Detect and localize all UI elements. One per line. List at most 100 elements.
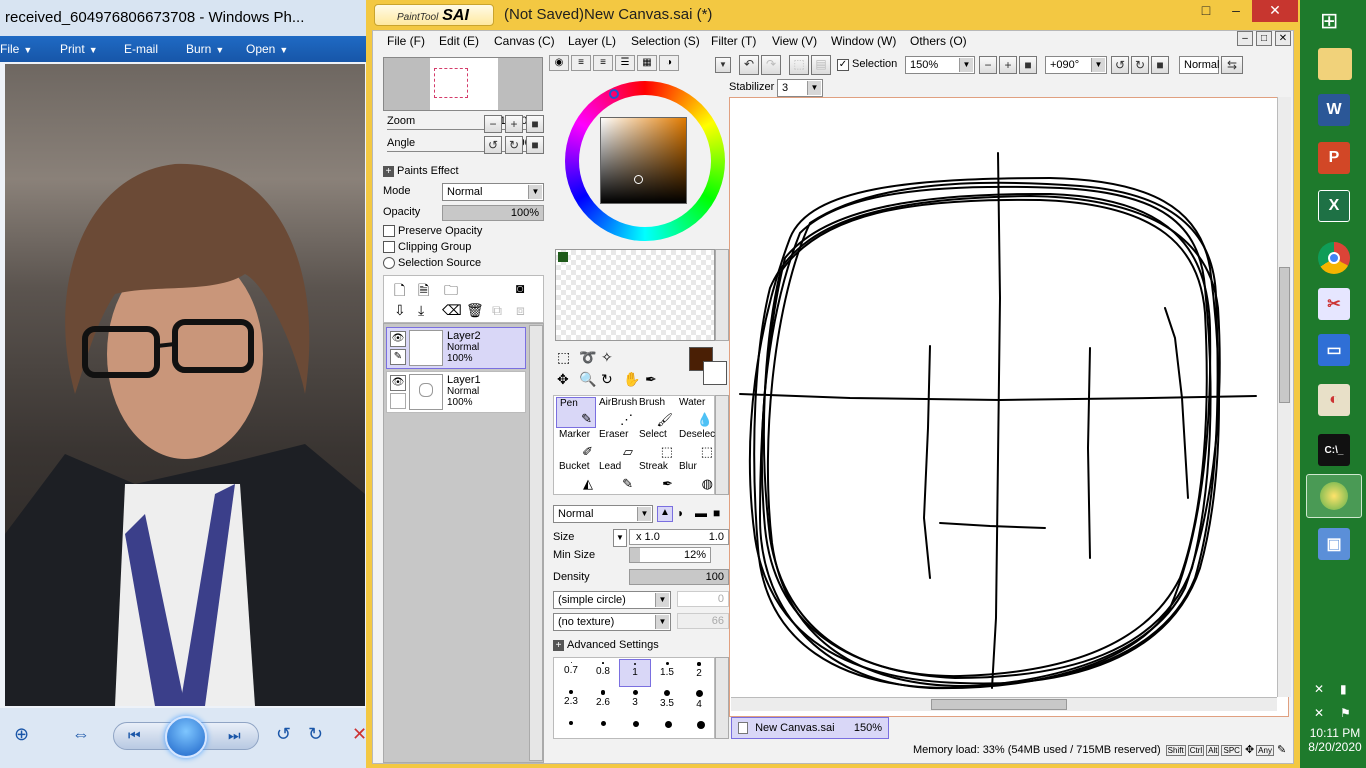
rotate-left-button[interactable]: ↺	[1111, 56, 1129, 74]
brush-preset[interactable]: 2.3	[555, 687, 587, 715]
tool-bucket[interactable]: Bucket ◭	[556, 461, 596, 492]
sai-icon[interactable]	[1306, 474, 1362, 518]
layer-item[interactable]: 👁 ✎ Layer2 Normal 100%	[386, 327, 526, 369]
saturation-value-square[interactable]	[600, 117, 687, 204]
flip-horizontal-icon[interactable]: ⇆	[1221, 56, 1243, 74]
toolbar-menu-icon[interactable]: ▼	[715, 57, 731, 73]
menu-edit[interactable]: Edit (E)	[439, 31, 479, 51]
paints-effect-header[interactable]: + Paints Effect	[383, 165, 459, 177]
tool-grid-scrollbar[interactable]	[715, 395, 729, 495]
rotate-reset-button[interactable]: ■	[526, 136, 544, 154]
document-tab[interactable]: New Canvas.sai 150%	[731, 717, 889, 739]
tip-sharp-icon[interactable]: ▲	[657, 506, 673, 522]
photo-viewer-icon[interactable]: ▣	[1318, 528, 1350, 560]
rotate-right-icon[interactable]: ↻	[308, 724, 323, 745]
palette-icon[interactable]: ◐	[1318, 384, 1350, 416]
eyedropper-icon[interactable]: ✒	[645, 371, 657, 388]
sv-marker[interactable]	[634, 175, 643, 184]
tool-marker[interactable]: Marker ✐	[556, 429, 596, 460]
delete-layer-icon[interactable]: 🗑	[466, 302, 484, 319]
canvas-vertical-scrollbar[interactable]	[1277, 97, 1291, 697]
display-icon[interactable]: ▭	[1318, 334, 1350, 366]
scratchpad-tab-icon[interactable]: ◑	[659, 55, 679, 71]
tool-lead[interactable]: Lead ✎	[596, 461, 636, 492]
edit-lock-pen-icon[interactable]: ✎	[390, 349, 406, 365]
tip-round-icon[interactable]: ◗	[677, 506, 684, 520]
system-clock[interactable]: 10:11 PM 8/20/2020	[1304, 726, 1366, 754]
zoom-select[interactable]: 150% ▼	[905, 56, 975, 74]
tool-pen[interactable]: Pen ✎	[556, 397, 596, 428]
mdi-close-button[interactable]: ✕	[1275, 31, 1291, 46]
layer-mask-icon[interactable]: ◙	[516, 280, 524, 296]
edit-lock-icon[interactable]	[390, 393, 406, 409]
windows-start-icon[interactable]: ⊞	[1320, 8, 1338, 34]
excel-icon[interactable]: X	[1318, 190, 1350, 222]
brush-preset[interactable]: 2	[683, 659, 715, 687]
new-vector-layer-icon[interactable]: 🗎	[418, 280, 429, 304]
magic-wand-icon[interactable]: ✧	[601, 349, 613, 366]
vertical-scroll-thumb[interactable]	[1279, 267, 1290, 403]
layer-mode-select[interactable]: Normal ▼	[442, 183, 544, 201]
brush-preset[interactable]: 2.6	[587, 687, 619, 715]
drawing-canvas[interactable]	[729, 97, 1289, 717]
rect-select-icon[interactable]: ⬚	[557, 349, 570, 366]
chrome-icon[interactable]	[1318, 242, 1350, 274]
rotation-select[interactable]: +090° ▼	[1045, 56, 1107, 74]
visibility-eye-icon[interactable]: 👁	[390, 331, 406, 347]
min-size-slider[interactable]: 12%	[629, 547, 711, 563]
tool-select[interactable]: Select ⬚	[636, 429, 676, 460]
menu-canvas[interactable]: Canvas (C)	[494, 31, 555, 51]
battery-icon[interactable]: ▮	[1340, 682, 1347, 696]
tool-blur[interactable]: Blur ◍	[676, 461, 716, 492]
zoom-reset-button[interactable]: ■	[526, 115, 544, 133]
tool-brush[interactable]: Brush 🖌	[636, 397, 676, 428]
zoom-icon[interactable]: ⊕	[14, 724, 29, 745]
delete-icon[interactable]: ✕	[352, 724, 366, 745]
brush-shape-select[interactable]: (simple circle) ▼	[553, 591, 671, 609]
swatch-grid[interactable]	[555, 249, 715, 341]
pv-menu-open[interactable]: Open ▼	[246, 36, 288, 63]
cmd-icon[interactable]: C:\_	[1318, 434, 1350, 466]
presets-scrollbar[interactable]	[715, 657, 729, 739]
size-slider[interactable]: x 1.0 1.0	[629, 529, 729, 545]
powerpoint-icon[interactable]: P	[1318, 142, 1350, 174]
layer-opacity-slider[interactable]: 100%	[442, 205, 544, 221]
swatch-color[interactable]	[558, 252, 568, 262]
move-icon[interactable]: ✥	[557, 371, 569, 388]
volume-icon[interactable]: ✕	[1314, 706, 1324, 720]
layer-list-scrollbar[interactable]	[529, 325, 543, 761]
tool-water[interactable]: Water 💧	[676, 397, 716, 428]
word-icon[interactable]: W	[1318, 94, 1350, 126]
pv-menu-file[interactable]: File ▼	[0, 36, 32, 63]
previous-icon[interactable]: ⏮	[128, 727, 141, 744]
actual-size-icon[interactable]: ⇔	[72, 724, 90, 745]
zoom-tool-icon[interactable]: 🔍	[579, 371, 596, 388]
undo-icon[interactable]: ↶	[739, 55, 759, 75]
tip-square-icon[interactable]: ■	[713, 506, 720, 520]
density-slider[interactable]: 100	[629, 569, 729, 585]
hue-marker[interactable]	[609, 89, 619, 99]
layer-item[interactable]: 👁 Layer1 Normal 100%	[386, 371, 526, 413]
clear-layer-icon[interactable]: ⌫	[442, 302, 462, 319]
preserve-opacity-checkbox[interactable]	[383, 225, 395, 237]
canvas-horizontal-scrollbar[interactable]	[731, 697, 1277, 711]
transfer-down-icon[interactable]: ⇩	[394, 302, 406, 319]
pv-menu-burn[interactable]: Burn ▼	[186, 36, 224, 63]
merge-down-icon[interactable]: ⤓	[418, 302, 424, 319]
zoom-in-button[interactable]: +	[505, 115, 523, 133]
new-folder-icon[interactable]: 🗀	[444, 280, 458, 304]
color-bar-tab-icon[interactable]: ☰	[615, 55, 635, 71]
rotate-left-button[interactable]: ↺	[484, 136, 502, 154]
rotate-tool-icon[interactable]: ↻	[601, 371, 613, 388]
brush-texture-select[interactable]: (no texture) ▼	[553, 613, 671, 631]
rotate-right-button[interactable]: ↻	[1131, 56, 1149, 74]
menu-file[interactable]: File (F)	[387, 31, 425, 51]
menu-selection[interactable]: Selection (S)	[631, 31, 700, 51]
navigator-preview[interactable]	[383, 57, 543, 111]
rotate-right-button[interactable]: ↻	[505, 136, 523, 154]
color-wheel-tab-icon[interactable]: ◉	[549, 55, 569, 71]
menu-window[interactable]: Window (W)	[831, 31, 896, 51]
hsv-slider-tab-icon[interactable]: ≡	[593, 55, 613, 71]
brush-preset[interactable]: 4	[683, 687, 715, 715]
brush-preset[interactable]: 3	[619, 687, 651, 715]
